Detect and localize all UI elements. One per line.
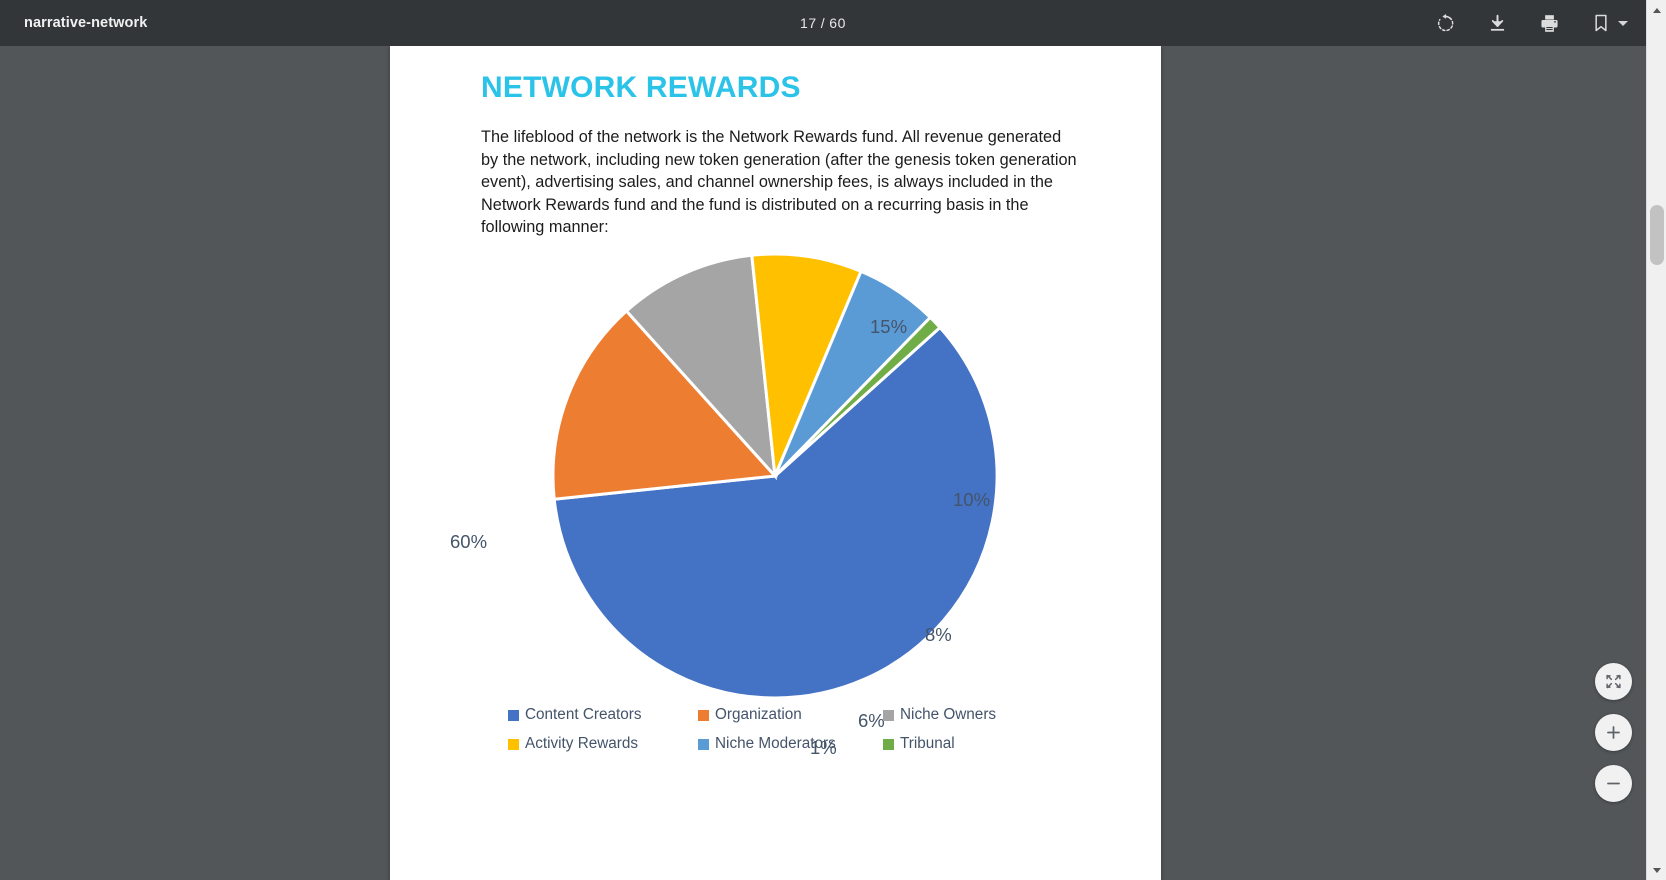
total-page-count: 60 xyxy=(829,15,847,31)
page-indicator: 17/60 xyxy=(0,15,1646,31)
pie-chart: 60% 15% 10% 8% 6% 1% Content Creators Or… xyxy=(450,241,1110,841)
legend-swatch-icon xyxy=(698,709,709,721)
download-button[interactable] xyxy=(1482,8,1512,38)
legend-swatch-icon xyxy=(883,738,894,750)
rotate-clockwise-button[interactable] xyxy=(1430,8,1460,38)
print-button[interactable] xyxy=(1534,8,1564,38)
pie-label-organization: 15% xyxy=(870,316,908,337)
page-separator: / xyxy=(820,15,826,31)
legend-swatch-icon xyxy=(508,738,519,750)
legend-label: Niche Owners xyxy=(900,706,997,723)
legend-item-activity-rewards: Activity Rewards xyxy=(508,735,698,753)
vertical-scrollbar[interactable] xyxy=(1646,0,1666,880)
zoom-in-button[interactable] xyxy=(1595,714,1632,751)
legend-item-tribunal: Tribunal xyxy=(883,735,955,753)
legend-row: Content Creators Organization Niche Owne… xyxy=(508,706,1068,724)
legend-label: Organization xyxy=(715,706,802,723)
bookmark-icon[interactable] xyxy=(1586,8,1616,38)
document-title: narrative-network xyxy=(24,15,148,31)
fit-to-page-button[interactable] xyxy=(1595,663,1632,700)
chart-legend: Content Creators Organization Niche Owne… xyxy=(508,706,1068,764)
legend-label: Content Creators xyxy=(525,706,642,723)
legend-item-niche-owners: Niche Owners xyxy=(883,706,996,724)
pie-label-niche-owners: 10% xyxy=(953,489,991,510)
legend-item-niche-moderators: Niche Moderators xyxy=(698,735,883,753)
legend-item-content-creators: Content Creators xyxy=(508,706,698,724)
viewer-toolbar: narrative-network 17/60 xyxy=(0,0,1646,46)
legend-row: Activity Rewards Niche Moderators Tribun… xyxy=(508,735,1068,753)
scroll-up-arrow-icon[interactable] xyxy=(1647,0,1666,20)
pdf-page: NETWORK REWARDS The lifeblood of the net… xyxy=(390,46,1161,880)
scroll-down-arrow-icon[interactable] xyxy=(1647,860,1666,880)
page-title: NETWORK REWARDS xyxy=(481,71,801,104)
triangle-up-icon xyxy=(1653,7,1661,13)
legend-label: Niche Moderators xyxy=(715,735,836,752)
scrollbar-thumb[interactable] xyxy=(1650,205,1664,265)
legend-swatch-icon xyxy=(508,709,519,721)
legend-swatch-icon xyxy=(698,738,709,750)
legend-label: Activity Rewards xyxy=(525,735,639,752)
legend-swatch-icon xyxy=(883,709,894,721)
legend-label: Tribunal xyxy=(900,735,955,752)
triangle-down-icon xyxy=(1653,867,1661,873)
bookmark-group[interactable] xyxy=(1586,8,1628,38)
pie-label-content-creators: 60% xyxy=(450,531,488,552)
current-page-number: 17 xyxy=(799,15,817,31)
chevron-down-icon[interactable] xyxy=(1618,20,1628,26)
pie-label-activity-rewards: 8% xyxy=(925,624,952,645)
pdf-viewer: narrative-network 17/60 NETWORK REWARDS … xyxy=(0,0,1666,880)
body-paragraph: The lifeblood of the network is the Netw… xyxy=(481,128,1077,237)
zoom-controls xyxy=(1595,663,1632,802)
zoom-out-button[interactable] xyxy=(1595,765,1632,802)
legend-item-organization: Organization xyxy=(698,706,883,724)
toolbar-actions xyxy=(1430,8,1628,38)
pie-chart-svg xyxy=(551,252,999,700)
